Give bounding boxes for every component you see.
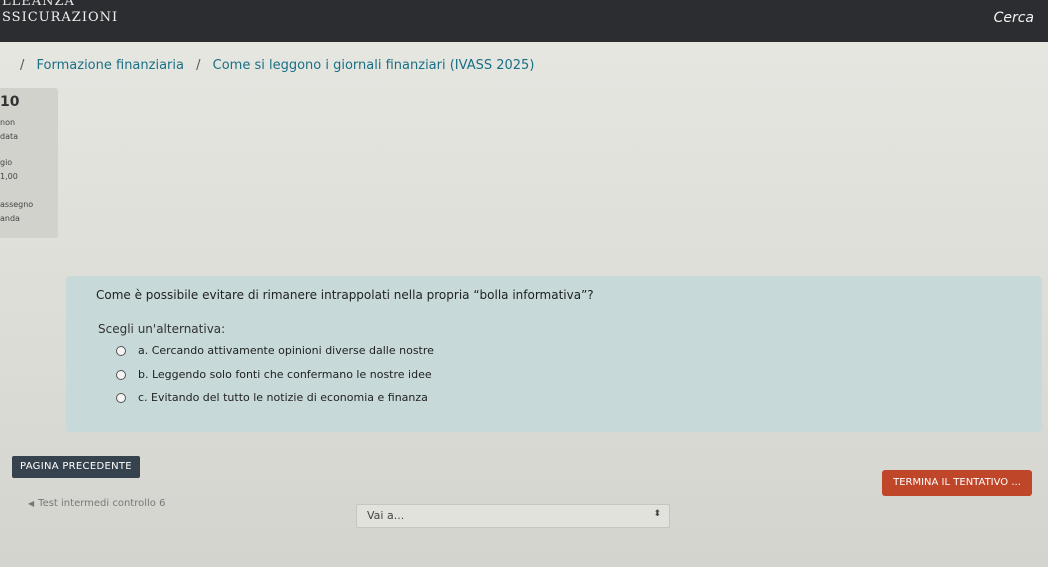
radio-button[interactable] — [116, 370, 126, 380]
question-number: 10 — [0, 94, 20, 110]
jump-to-select[interactable]: Vai a... ⬍ — [356, 504, 670, 528]
question-text: Come è possibile evitare di rimanere int… — [96, 288, 594, 302]
arrow-left-icon: ◀ — [28, 499, 35, 508]
finish-attempt-button[interactable]: TERMINA IL TENTATIVO ... — [882, 470, 1032, 496]
flag-question[interactable]: assegno — [0, 200, 33, 209]
brand-logo-text-bottom: SSICURAZIONI — [2, 10, 119, 25]
question-mark-value: 1,00 — [0, 172, 18, 181]
select-caret-icon: ⬍ — [653, 509, 661, 519]
search-link[interactable]: Cerca — [994, 10, 1034, 26]
question-state: non — [0, 118, 16, 127]
breadcrumb-item-module[interactable]: Come si leggono i giornali finanziari (I… — [213, 58, 535, 73]
previous-activity-label: Test intermedi controllo 6 — [38, 498, 166, 509]
jump-to-label: Vai a... — [367, 509, 405, 522]
answer-option-b[interactable]: b. Leggendo solo fonti che confermano le… — [116, 368, 432, 381]
breadcrumb-item-course[interactable]: Formazione finanziaria — [37, 58, 184, 73]
answer-prompt: Scegli un'alternativa: — [98, 322, 226, 336]
answer-option-a[interactable]: a. Cercando attivamente opinioni diverse… — [116, 344, 434, 357]
answer-option-label: b. Leggendo solo fonti che confermano le… — [138, 368, 432, 381]
question-state: data — [0, 132, 19, 141]
answer-option-label: c. Evitando del tutto le notizie di econ… — [138, 391, 428, 404]
breadcrumb-separator: / — [20, 58, 25, 73]
main-content: / Formazione finanziaria / Come si leggo… — [0, 42, 1048, 567]
answer-option-label: a. Cercando attivamente opinioni diverse… — [138, 344, 434, 357]
previous-activity-link[interactable]: ◀ Test intermedi controllo 6 — [28, 498, 165, 509]
answer-option-c[interactable]: c. Evitando del tutto le notizie di econ… — [116, 391, 428, 404]
brand-logo-text-top: LLEANZA — [2, 0, 75, 9]
flag-question[interactable]: anda — [0, 214, 20, 223]
radio-button[interactable] — [116, 393, 126, 403]
breadcrumb: / Formazione finanziaria / Come si leggo… — [12, 58, 534, 73]
top-navbar: LLEANZA SSICURAZIONI Cerca — [0, 0, 1048, 42]
radio-button[interactable] — [116, 346, 126, 356]
question-mark-label: gio — [0, 158, 13, 167]
breadcrumb-separator: / — [196, 58, 201, 73]
previous-page-button[interactable]: PAGINA PRECEDENTE — [12, 456, 140, 478]
question-box: Come è possibile evitare di rimanere int… — [66, 276, 1042, 432]
question-info-panel: 10 non data gio 1,00 assegno anda — [0, 88, 58, 238]
